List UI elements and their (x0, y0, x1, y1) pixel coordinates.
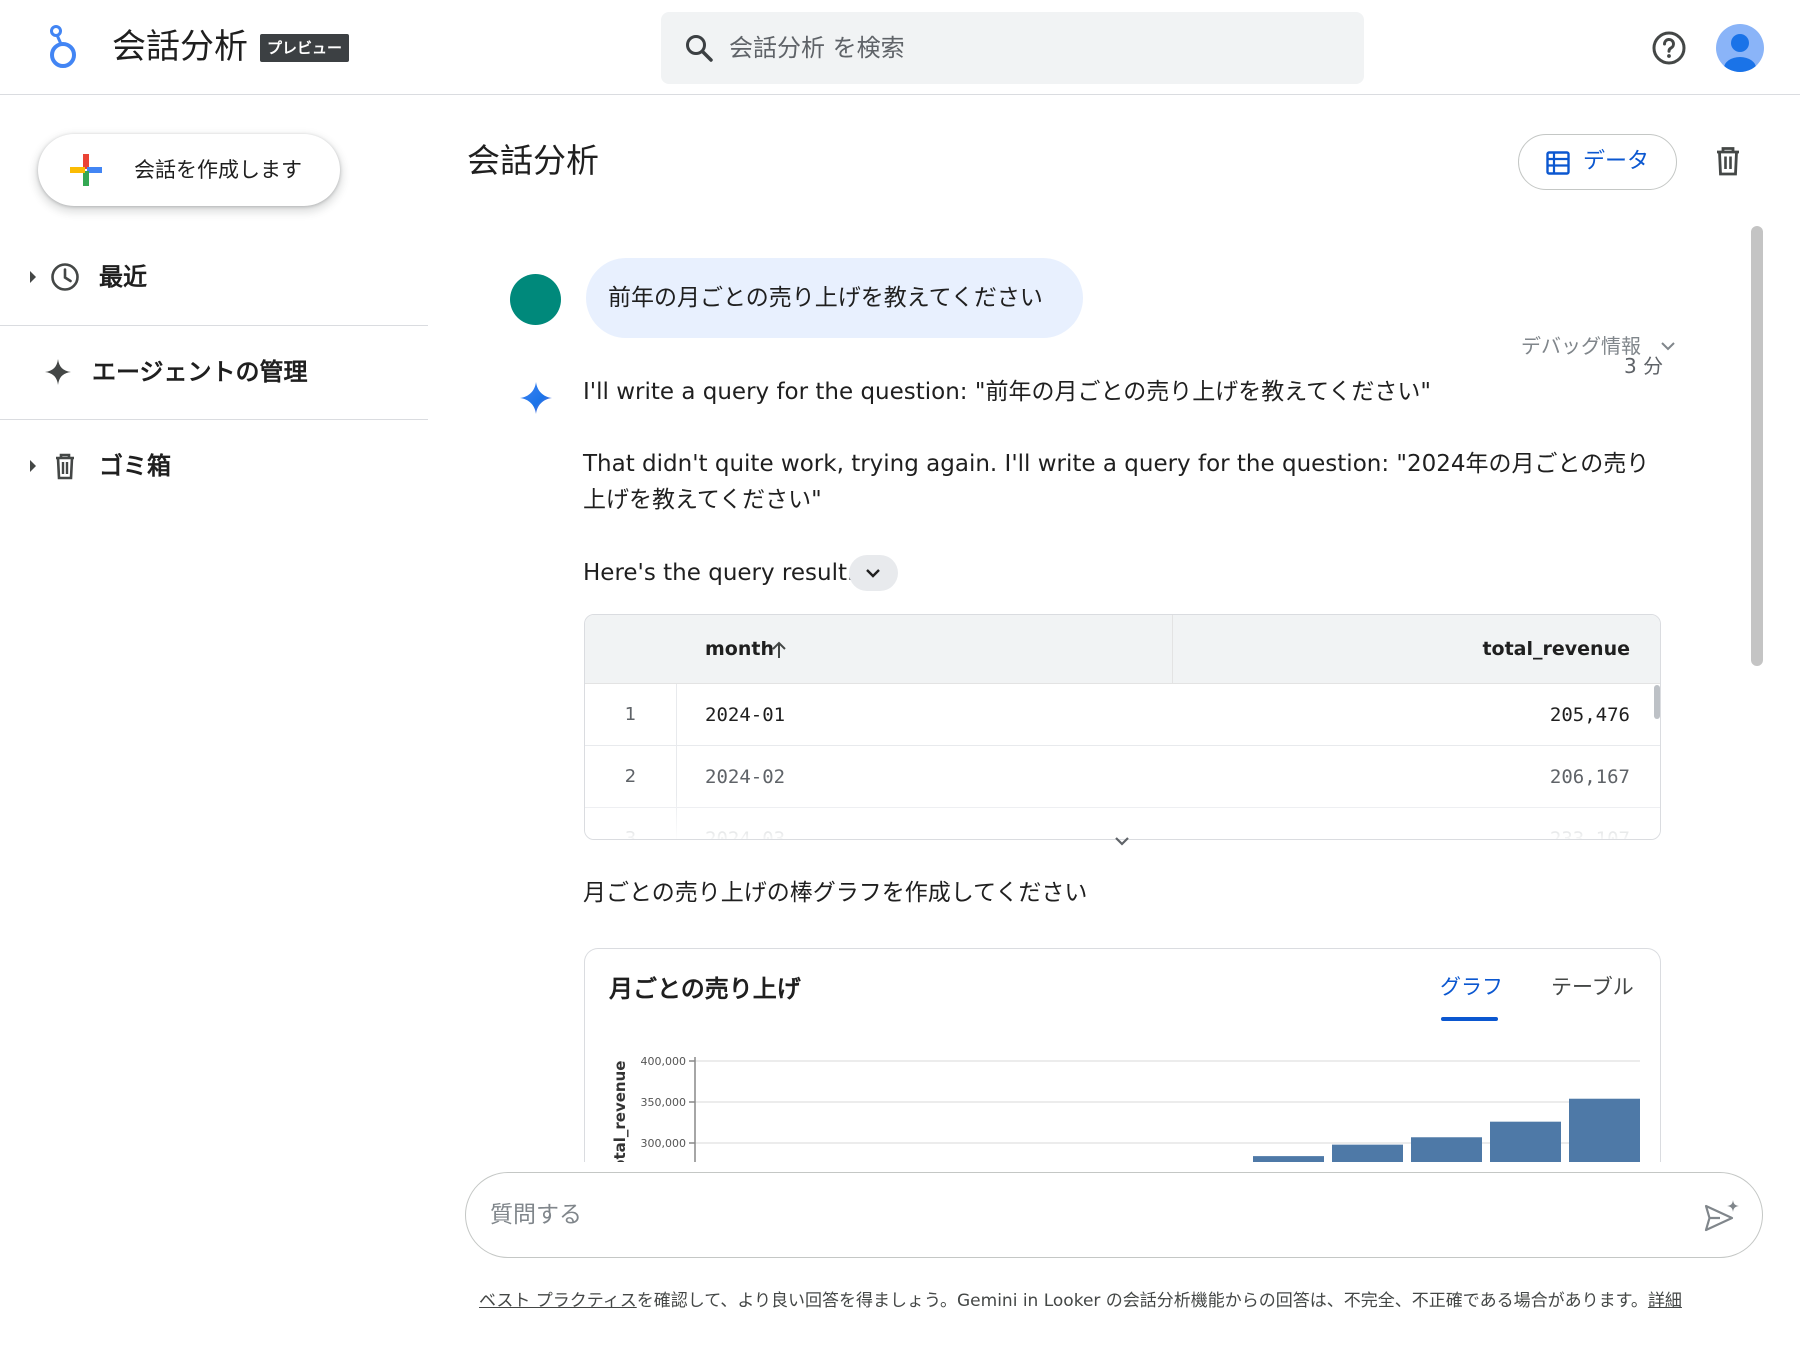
response-text: I'll write a query for the question: "前年… (583, 379, 1431, 405)
response-text: That didn't quite work, trying again. I'… (583, 451, 1650, 513)
search-icon (686, 35, 713, 62)
divider (0, 325, 428, 326)
chart-title: 月ごとの売り上げ (609, 975, 801, 1003)
user-message-text: 前年の月ごとの売り上げを教えてください (608, 285, 1043, 311)
search-input[interactable]: 会話分析 を検索 (729, 12, 905, 84)
chart-bar[interactable] (1332, 1144, 1403, 1162)
looker-logo-icon[interactable] (44, 24, 82, 72)
debug-info-toggle[interactable]: デバッグ情報 (1521, 330, 1641, 359)
best-practices-link[interactable]: ベスト プラクティス (479, 1291, 637, 1311)
composer[interactable] (465, 1172, 1763, 1258)
sparkle-icon (45, 359, 71, 385)
chart-request-text: 月ごとの売り上げの棒グラフを作成してください (583, 880, 1088, 906)
column-header-month[interactable]: month (705, 615, 774, 684)
gemini-sparkle-icon (520, 382, 552, 414)
expand-arrow-icon[interactable] (28, 270, 38, 284)
sidebar-item-label: エージェントの管理 (92, 358, 308, 386)
search-box[interactable]: 会話分析 を検索 (661, 12, 1364, 84)
sidebar-item-recent[interactable]: 最近 (0, 232, 428, 322)
disclaimer-text: を確認して、より良い回答を得ましょう。Gemini in Looker の会話分… (636, 1291, 1648, 1311)
bar-chart: 400,000350,000300,000250,000total_revenu… (611, 1055, 1640, 1162)
table-icon (1546, 151, 1570, 175)
data-button-label: データ (1583, 149, 1650, 174)
disclaimer: ベスト プラクティスを確認して、より良い回答を得ましょう。Gemini in L… (479, 1286, 1682, 1311)
tab-graph[interactable]: グラフ (1440, 971, 1503, 1001)
y-tick-label: 350,000 (641, 1096, 687, 1109)
user-message-bubble: 前年の月ごとの売り上げを教えてください (586, 258, 1083, 338)
help-icon[interactable] (1651, 30, 1687, 66)
y-tick-label: 300,000 (641, 1137, 687, 1150)
chart-bar[interactable] (1253, 1156, 1324, 1162)
app-title: 会話分析 (112, 27, 248, 67)
sidebar-item-agent-management[interactable]: エージェントの管理 (0, 327, 428, 417)
chart-card: 月ごとの売り上げ グラフ テーブル 400,000350,000300,0002… (584, 948, 1661, 1162)
question-input[interactable] (490, 1173, 1640, 1256)
clock-icon (51, 263, 79, 291)
sort-ascending-icon[interactable] (770, 640, 788, 660)
plus-icon (70, 154, 102, 186)
column-divider (1172, 615, 1173, 684)
user-avatar (510, 274, 561, 325)
y-axis-label: total_revenue (611, 1061, 629, 1162)
chat-scrollbar[interactable] (1751, 226, 1763, 666)
create-conversation-label: 会話を作成します (134, 158, 302, 182)
preview-badge: プレビュー (260, 34, 350, 62)
table-header-row: month total_revenue (585, 615, 1660, 684)
column-header-total-revenue[interactable]: total_revenue (1482, 615, 1630, 684)
data-button[interactable]: データ (1518, 134, 1677, 190)
sidebar-item-trash[interactable]: ゴミ箱 (0, 421, 428, 511)
chart-bar[interactable] (1490, 1121, 1561, 1162)
account-avatar[interactable] (1716, 24, 1764, 72)
create-conversation-button[interactable]: 会話を作成します (38, 134, 340, 206)
table-row: 1 2024-01 205,476 (585, 684, 1660, 746)
divider (0, 419, 428, 420)
active-tab-indicator (1441, 1017, 1498, 1021)
trash-icon (56, 453, 74, 480)
row-index: 1 (585, 684, 677, 746)
y-tick-label: 400,000 (641, 1055, 687, 1068)
cell-month: 2024-01 (705, 704, 786, 726)
expand-table-chevron-icon[interactable] (1111, 830, 1133, 852)
top-app-bar: 会話分析 プレビュー 会話分析 を検索 (0, 0, 1800, 95)
response-text: Here's the query result. (583, 560, 855, 586)
query-result-table: month total_revenue 1 2024-01 205,476 2 … (584, 614, 1661, 840)
details-link[interactable]: 詳細 (1648, 1291, 1682, 1311)
send-icon[interactable] (1703, 1199, 1739, 1233)
person-icon (1724, 34, 1756, 72)
tab-table[interactable]: テーブル (1551, 971, 1634, 1001)
sidebar-item-label: 最近 (99, 263, 147, 291)
expand-arrow-icon[interactable] (28, 459, 38, 473)
sidebar-item-label: ゴミ箱 (99, 452, 171, 480)
delete-conversation-icon[interactable] (1711, 144, 1745, 178)
page-title: 会話分析 (467, 141, 599, 180)
cell-total-revenue: 205,476 (1549, 704, 1630, 726)
chevron-down-icon (866, 569, 880, 578)
chart-bar[interactable] (1411, 1137, 1482, 1162)
query-result-toggle[interactable] (849, 555, 898, 591)
chart-bar[interactable] (1569, 1098, 1640, 1162)
table-scrollbar[interactable] (1654, 685, 1660, 719)
